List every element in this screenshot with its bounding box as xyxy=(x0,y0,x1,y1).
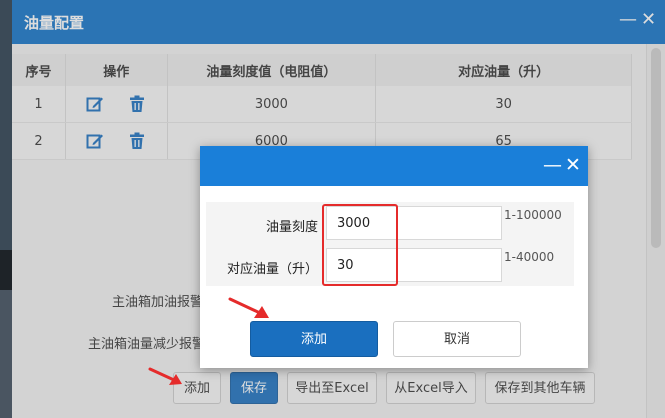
annotation-arrow-add-row xyxy=(148,367,182,385)
inner-title-bar: — ✕ xyxy=(200,146,588,186)
inner-minimize-icon[interactable]: — xyxy=(543,155,562,175)
scale-range-hint: 1-100000 xyxy=(504,208,562,222)
inner-close-icon[interactable]: ✕ xyxy=(565,155,581,175)
confirm-add-button[interactable]: 添加 xyxy=(250,321,378,357)
background-strip-top xyxy=(0,0,12,250)
add-fuel-scale-dialog: — ✕ 油量刻度 1-100000 对应油量（升） 1-40000 添加 取消 xyxy=(200,146,588,368)
cancel-button[interactable]: 取消 xyxy=(393,321,521,357)
fuel-range-hint: 1-40000 xyxy=(504,250,555,264)
background-strip-bottom xyxy=(0,290,12,418)
scale-label: 油量刻度 xyxy=(265,220,318,235)
background-strip-mid xyxy=(0,250,12,290)
annotation-arrow-confirm-add xyxy=(228,297,269,318)
fuel-label: 对应油量（升） xyxy=(226,262,318,277)
highlight-box xyxy=(322,204,398,286)
